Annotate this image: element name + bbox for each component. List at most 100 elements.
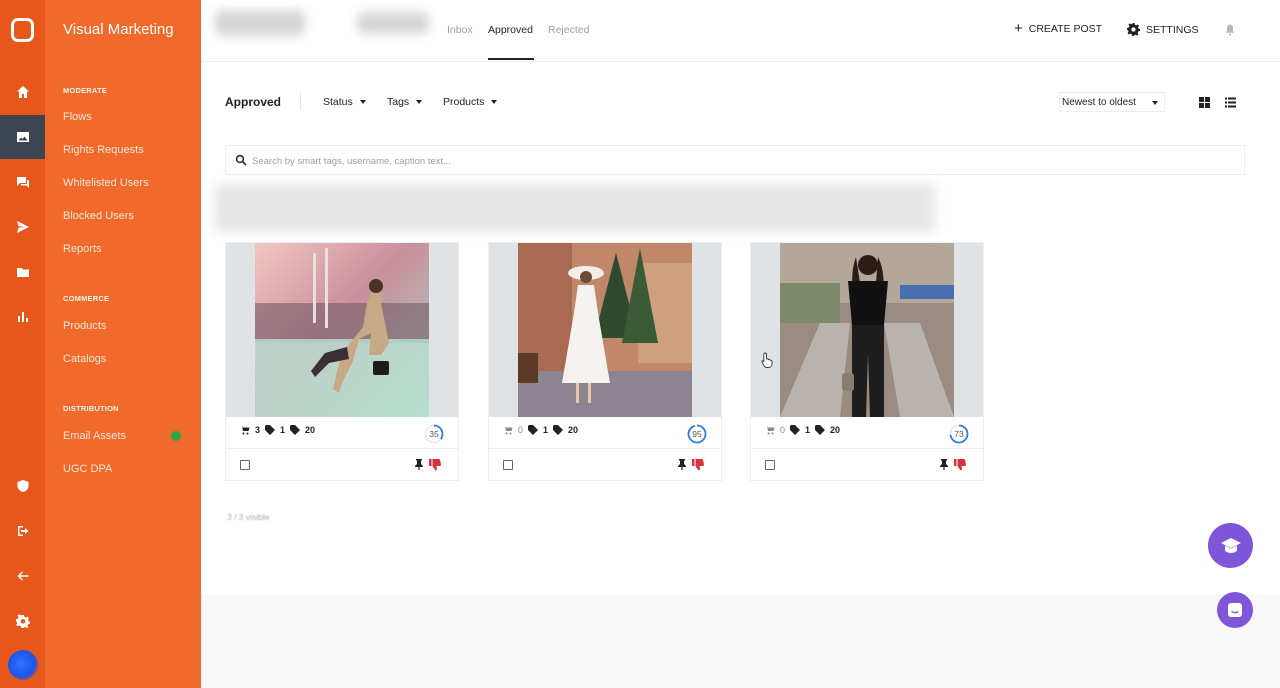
shield-icon[interactable] — [0, 464, 45, 508]
back-arrow-icon[interactable] — [0, 554, 45, 598]
blurred-account-name — [215, 10, 305, 36]
tags-count: 1 — [280, 425, 286, 435]
caret-down-icon — [359, 100, 366, 105]
smart-tag-icon — [553, 425, 564, 435]
post-photo[interactable] — [780, 243, 954, 417]
sidebar-item-whitelisted-users[interactable]: Whitelisted Users — [63, 177, 149, 189]
sidebar-item-ugc-dpa[interactable]: UGC DPA — [63, 463, 112, 475]
sidebar-item-flows[interactable]: Flows — [63, 111, 92, 123]
score-value: 35 — [429, 429, 439, 439]
section-distribution: DISTRIBUTION — [63, 404, 119, 413]
active-tab-indicator — [488, 58, 534, 60]
cart-icon — [765, 426, 775, 435]
tab-rejected[interactable]: Rejected — [548, 24, 589, 36]
post-card[interactable]: 0 1 20 73 — [750, 242, 984, 481]
reports-icon[interactable] — [0, 295, 45, 339]
sidebar-item-rights-requests[interactable]: Rights Requests — [63, 144, 144, 156]
pin-icon[interactable] — [414, 459, 424, 470]
bell-icon[interactable] — [1225, 24, 1235, 36]
sidebar-item-blocked-users[interactable]: Blocked Users — [63, 210, 134, 222]
tag-icon — [790, 425, 801, 435]
search-box — [225, 145, 1245, 175]
app-logo-icon[interactable] — [11, 18, 34, 42]
page-title: Approved — [225, 95, 282, 109]
pin-icon[interactable] — [677, 459, 687, 470]
user-avatar[interactable] — [8, 650, 38, 680]
score-ring: 95 — [687, 424, 707, 444]
select-checkbox[interactable] — [503, 460, 513, 470]
tab-approved[interactable]: Approved — [488, 24, 533, 36]
score-value: 95 — [692, 429, 702, 439]
create-post-label: CREATE POST — [1028, 23, 1103, 35]
main-content: Approved Status Tags Products Newest to … — [201, 62, 1280, 594]
home-icon[interactable] — [0, 70, 45, 114]
tags-count: 1 — [543, 425, 549, 435]
products-count: 0 — [518, 425, 524, 435]
academy-button[interactable] — [1208, 523, 1253, 568]
cart-icon — [240, 426, 250, 435]
graduation-cap-icon — [1220, 537, 1241, 553]
sort-select[interactable]: Newest to oldest — [1059, 92, 1165, 112]
page-footer-band — [201, 594, 1280, 688]
tag-icon — [265, 425, 276, 435]
image-icon[interactable] — [0, 115, 45, 159]
select-checkbox[interactable] — [240, 460, 250, 470]
smart-tags-count: 20 — [568, 425, 579, 435]
post-photo[interactable] — [255, 243, 429, 417]
chat-bubble-icon — [1228, 603, 1242, 617]
pin-icon[interactable] — [939, 459, 949, 470]
select-checkbox[interactable] — [765, 460, 775, 470]
chat-icon[interactable] — [0, 160, 45, 204]
products-filter[interactable]: Products — [443, 96, 498, 108]
sidebar-item-email-assets[interactable]: Email Assets — [63, 430, 126, 442]
blurred-account-selector[interactable] — [357, 12, 429, 34]
post-stats: 0 1 20 — [503, 425, 578, 435]
gear-icon[interactable] — [0, 599, 45, 643]
section-commerce: COMMERCE — [63, 294, 110, 303]
sidebar-item-products[interactable]: Products — [63, 320, 106, 332]
smart-tags-count: 20 — [305, 425, 316, 435]
products-count: 3 — [255, 425, 261, 435]
caret-down-icon — [416, 100, 423, 105]
dislike-icon[interactable] — [429, 459, 441, 471]
smart-tags-count: 20 — [830, 425, 841, 435]
plus-icon: + — [1014, 20, 1023, 37]
search-icon — [235, 154, 247, 166]
chat-support-button[interactable] — [1217, 592, 1253, 628]
caret-down-icon — [491, 100, 498, 105]
search-input[interactable] — [252, 152, 1152, 170]
sidebar-item-reports[interactable]: Reports — [63, 243, 102, 255]
side-nav: Visual Marketing MODERATE Flows Rights R… — [45, 0, 201, 688]
tags-filter[interactable]: Tags — [387, 96, 423, 108]
status-filter[interactable]: Status — [323, 96, 366, 108]
divider — [226, 448, 458, 449]
create-post-button[interactable]: + CREATE POST — [1014, 20, 1103, 37]
score-value: 73 — [954, 429, 964, 439]
divider — [300, 92, 301, 110]
tab-inbox[interactable]: Inbox — [447, 24, 473, 36]
grid-view-icon[interactable] — [1199, 97, 1210, 108]
sidebar-item-catalogs[interactable]: Catalogs — [63, 353, 106, 365]
brand-title: Visual Marketing — [63, 21, 174, 38]
post-photo[interactable] — [518, 243, 692, 417]
logout-icon[interactable] — [0, 509, 45, 553]
post-media — [751, 243, 983, 417]
sort-select-value: Newest to oldest — [1062, 97, 1136, 108]
products-filter-label: Products — [443, 96, 485, 108]
post-stats: 3 1 20 — [240, 425, 315, 435]
list-view-icon[interactable] — [1225, 97, 1236, 108]
score-ring: 35 — [424, 424, 444, 444]
post-card[interactable]: 0 1 20 95 — [488, 242, 722, 481]
icon-rail — [0, 0, 45, 688]
cart-icon — [503, 426, 513, 435]
post-card[interactable]: 3 1 20 35 — [225, 242, 459, 481]
divider — [489, 448, 721, 449]
dislike-icon[interactable] — [954, 459, 966, 471]
folder-icon[interactable] — [0, 250, 45, 294]
score-ring: 73 — [949, 424, 969, 444]
send-icon[interactable] — [0, 205, 45, 249]
settings-button[interactable]: SETTINGS — [1127, 23, 1199, 36]
divider — [751, 448, 983, 449]
dislike-icon[interactable] — [692, 459, 704, 471]
tags-count: 1 — [805, 425, 811, 435]
